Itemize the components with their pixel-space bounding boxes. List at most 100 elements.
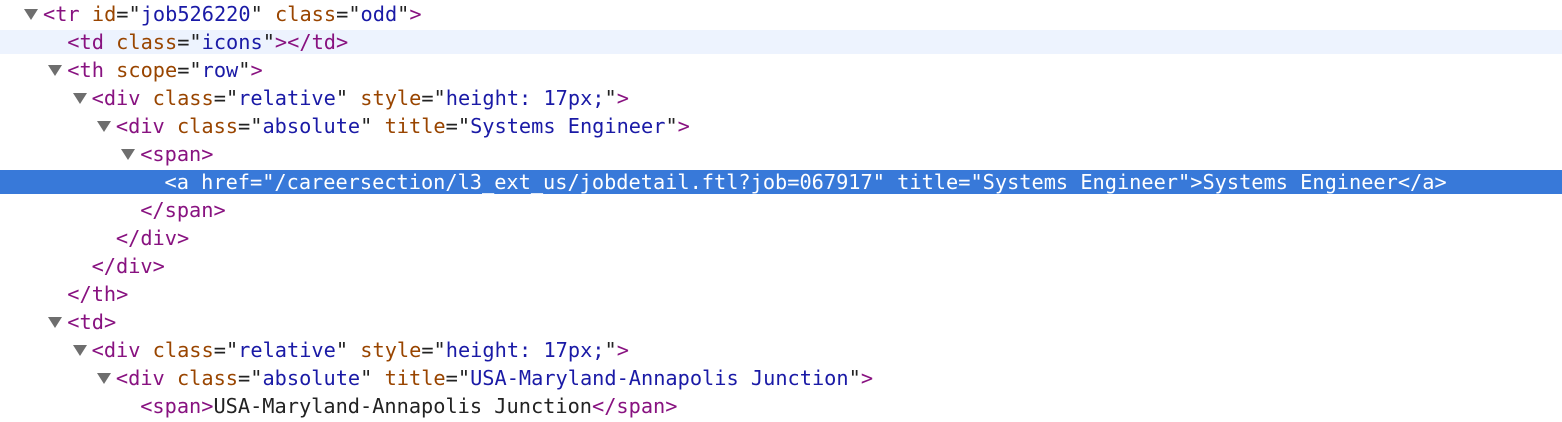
dom-node-row-td[interactable]: <td>	[0, 310, 1562, 334]
attribute-quote: "	[250, 2, 263, 26]
tag-bracket: </	[91, 254, 117, 278]
attribute-value: absolute	[262, 114, 361, 138]
tag-name: th	[91, 282, 117, 306]
attribute-quote: "	[335, 86, 349, 110]
tag-bracket: >	[250, 58, 263, 82]
disclosure-triangle-down-icon[interactable]	[72, 93, 87, 104]
tag-bracket: <	[91, 86, 104, 110]
node-markup: <div class="absolute" title="Systems Eng…	[116, 114, 690, 138]
attribute-name: title	[384, 114, 446, 138]
tag-bracket: </	[140, 198, 165, 222]
tag-bracket: <	[164, 170, 177, 194]
node-markup: </span>	[140, 198, 225, 222]
tag-bracket: <	[115, 114, 129, 138]
tag-bracket: >	[176, 226, 190, 250]
tag-bracket: </	[287, 30, 312, 54]
attribute-value: Systems Engineer	[982, 170, 1179, 194]
disclosure-triangle-down-icon[interactable]	[48, 317, 63, 328]
tag-bracket: >	[335, 30, 349, 54]
node-markup: <div class="relative" style="height: 17p…	[92, 86, 629, 110]
dom-node-row-div[interactable]: <div class="relative" style="height: 17p…	[0, 86, 1562, 110]
disclosure-triangle-down-icon[interactable]	[48, 65, 63, 76]
node-markup: <span>USA-Maryland-Annapolis Junction</s…	[140, 394, 677, 418]
tag-name: div	[128, 114, 165, 138]
tag-name: th	[79, 58, 104, 82]
attribute-quote: "	[604, 86, 617, 110]
closing-tag-name: a	[1422, 170, 1435, 194]
dom-node-row-div-close[interactable]: </div>	[0, 254, 1562, 278]
attribute-equals: ="	[958, 170, 983, 194]
attribute-value: USA-Maryland-Annapolis Junction	[470, 366, 849, 390]
dom-node-row-div[interactable]: <div class="absolute" title="USA-Marylan…	[0, 366, 1562, 390]
attribute-value: absolute	[262, 366, 361, 390]
attribute-value: relative	[238, 86, 336, 110]
attribute-equals: ="	[238, 114, 263, 138]
tag-bracket: <	[43, 2, 56, 26]
attribute-quote: "	[665, 114, 678, 138]
dom-node-row-th-close[interactable]: </th>	[0, 282, 1562, 306]
dom-node-row-span[interactable]: <span>	[0, 142, 1562, 166]
text-content: Systems Engineer	[1202, 170, 1398, 194]
dom-node-row-div-close[interactable]: </div>	[0, 226, 1562, 250]
node-markup: <td>	[67, 310, 116, 334]
attribute-name: title	[897, 170, 959, 194]
attribute-name: class	[116, 30, 178, 54]
attribute-name: class	[176, 366, 239, 390]
tag-bracket: >	[103, 310, 117, 334]
attribute-value: icons	[201, 30, 263, 54]
tag-name: span	[152, 142, 202, 166]
dom-node-row-a[interactable]: <a href="/careersection/l3_ext_us/jobdet…	[0, 170, 1562, 194]
node-markup: <tr id="job526220" class="odd">	[43, 2, 422, 26]
dom-node-row-div[interactable]: <div class="relative" style="height: 17p…	[0, 338, 1562, 362]
tag-bracket: </	[67, 282, 92, 306]
tag-bracket: >	[1434, 170, 1447, 194]
attribute-quote: "	[335, 338, 349, 362]
node-markup: <div class="relative" style="height: 17p…	[92, 338, 629, 362]
tag-bracket: >	[152, 254, 165, 278]
dom-node-row-span[interactable]: <span>USA-Maryland-Annapolis Junction</s…	[0, 394, 1562, 418]
tag-bracket: <	[91, 338, 104, 362]
attribute-value: job526220	[140, 2, 251, 26]
disclosure-triangle-down-icon[interactable]	[96, 373, 111, 384]
tag-bracket: >	[213, 198, 226, 222]
disclosure-triangle-down-icon[interactable]	[72, 345, 87, 356]
attribute-equals: ="	[336, 2, 361, 26]
attribute-value: Systems Engineer	[470, 114, 666, 138]
tag-bracket: >	[201, 394, 214, 418]
attribute-equals: ="	[421, 338, 446, 362]
tag-name: a	[176, 170, 189, 194]
tag-name: td	[79, 310, 104, 334]
tag-bracket: </	[115, 226, 141, 250]
tag-bracket: >	[616, 86, 629, 110]
tag-name: span	[164, 198, 214, 222]
attribute-value: height: 17px;	[445, 86, 605, 110]
attribute-name: href	[201, 170, 250, 194]
dom-node-row-td[interactable]: <td class="icons"></td>	[0, 30, 1562, 54]
node-markup: </th>	[67, 282, 128, 306]
disclosure-triangle-down-icon[interactable]	[24, 9, 38, 20]
attribute-quote: "	[848, 366, 861, 390]
dom-node-row-span-close[interactable]: </span>	[0, 198, 1562, 222]
tag-name: div	[128, 366, 165, 390]
dom-node-row-tr[interactable]: <tr id="job526220" class="odd">	[0, 2, 1562, 26]
attribute-quote: "	[872, 170, 885, 194]
dom-node-row-div[interactable]: <div class="absolute" title="Systems Eng…	[0, 114, 1562, 138]
disclosure-triangle-down-icon[interactable]	[96, 121, 111, 132]
node-markup: <a href="/careersection/l3_ext_us/jobdet…	[165, 170, 1447, 194]
attribute-equals: ="	[177, 58, 202, 82]
dom-node-row-th[interactable]: <th scope="row">	[0, 58, 1562, 82]
tag-bracket: </	[1397, 170, 1423, 194]
attribute-equals: ="	[213, 338, 239, 362]
tag-bracket: >	[860, 366, 874, 390]
disclosure-triangle-down-icon[interactable]	[121, 149, 136, 160]
attribute-value: relative	[238, 338, 336, 362]
tag-bracket: >	[616, 338, 629, 362]
attribute-quote: "	[397, 2, 410, 26]
